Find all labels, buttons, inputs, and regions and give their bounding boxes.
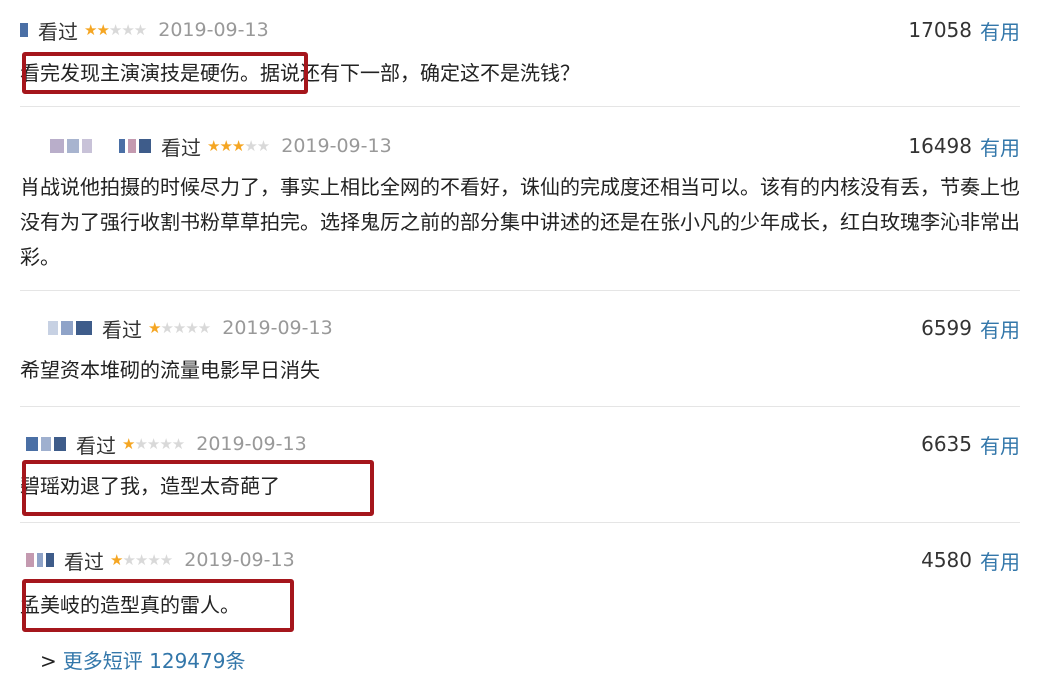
vote-count: 4580 — [921, 548, 972, 572]
vote-count: 17058 — [908, 18, 972, 42]
arrow-right-icon: > — [40, 649, 57, 673]
username-blurred[interactable] — [20, 139, 151, 153]
watch-status: 看过 — [38, 19, 78, 44]
highlight-box — [22, 579, 294, 632]
comment-date: 2019-09-13 — [158, 19, 269, 41]
username-blurred[interactable] — [20, 321, 92, 335]
comment-date: 2019-09-13 — [196, 433, 307, 455]
rating-stars-icon: ★★★★★ — [207, 137, 270, 155]
comment-item: 看过 ★★★★★ 2019-09-13 6599 有用 希望资本堆砌的流量电影早… — [20, 316, 1020, 396]
vote-count: 16498 — [908, 134, 972, 158]
comment-text: 希望资本堆砌的流量电影早日消失 — [20, 358, 320, 382]
watch-status: 看过 — [102, 317, 142, 342]
comment-date: 2019-09-13 — [222, 317, 333, 339]
highlight-box — [22, 460, 374, 516]
watch-status: 看过 — [161, 135, 201, 160]
rating-stars-icon: ★★★★★ — [122, 435, 185, 453]
divider — [20, 522, 1020, 523]
useful-button[interactable]: 有用 — [980, 430, 1020, 459]
useful-button[interactable]: 有用 — [980, 132, 1020, 161]
more-comments-label[interactable]: 更多短评 129479条 — [63, 649, 246, 673]
divider — [20, 406, 1020, 407]
watch-status: 看过 — [76, 433, 116, 458]
useful-button[interactable]: 有用 — [980, 546, 1020, 575]
highlight-box — [22, 52, 308, 94]
watch-status: 看过 — [64, 549, 104, 574]
vote-count: 6599 — [921, 316, 972, 340]
comment-item: 看过 ★★★★★ 2019-09-13 16498 有用 肖战说他拍摄的时候尽力… — [20, 134, 1020, 274]
comment-text: 肖战说他拍摄的时候尽力了，事实上相比全网的不看好，诛仙的完成度还相当可以。该有的… — [20, 175, 1020, 269]
comment-date: 2019-09-13 — [281, 135, 392, 157]
divider — [20, 290, 1020, 291]
divider — [20, 106, 1020, 107]
useful-button[interactable]: 有用 — [980, 16, 1020, 45]
comment-date: 2019-09-13 — [184, 549, 295, 571]
rating-stars-icon: ★★★★★ — [84, 21, 147, 39]
vote-count: 6635 — [921, 432, 972, 456]
username-blurred[interactable] — [20, 437, 66, 451]
useful-button[interactable]: 有用 — [980, 314, 1020, 343]
rating-stars-icon: ★★★★★ — [148, 319, 211, 337]
username-blurred[interactable] — [20, 553, 54, 567]
rating-stars-icon: ★★★★★ — [110, 551, 173, 569]
username-blurred[interactable] — [20, 23, 28, 37]
